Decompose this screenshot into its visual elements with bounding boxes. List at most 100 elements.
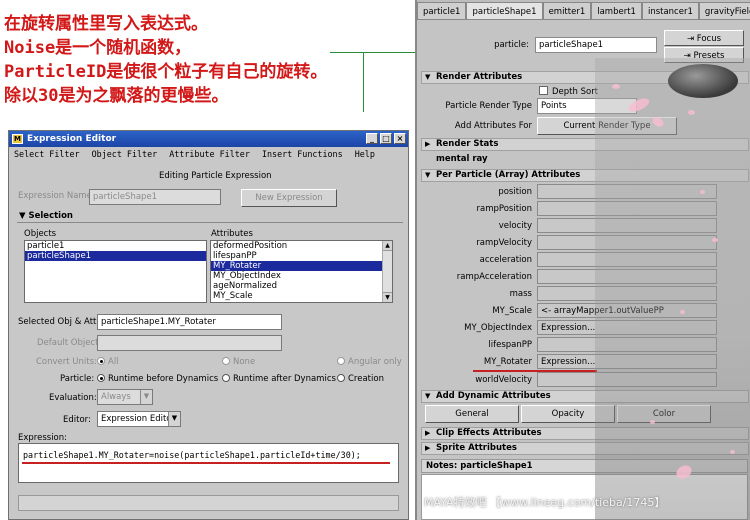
attr-row-field[interactable] xyxy=(537,184,717,199)
attr-row-field[interactable] xyxy=(537,218,717,233)
tab-gravityfield1[interactable]: gravityField1 xyxy=(698,2,750,19)
divider xyxy=(17,222,403,223)
tab-lambert1[interactable]: lambert1 xyxy=(591,2,642,19)
radio-convert-all[interactable]: All xyxy=(97,357,119,367)
tab-particle1[interactable]: particle1 xyxy=(417,2,467,19)
radio-convert-none[interactable]: None xyxy=(222,357,255,367)
objects-label: Objects xyxy=(24,229,57,239)
objects-list[interactable]: particle1 particleShape1 xyxy=(24,240,207,303)
attr-row-label: rampVelocity xyxy=(476,238,532,248)
depth-sort-checkbox[interactable]: Depth Sort xyxy=(539,86,598,97)
menu-object-filter[interactable]: Object Filter xyxy=(92,147,158,161)
annotation-line: 在旋转属性里写入表达式。 xyxy=(4,14,208,34)
mental-ray-header[interactable]: mental ray xyxy=(421,153,749,166)
radio-label: None xyxy=(233,357,256,367)
expression-name-field[interactable]: particleShape1 xyxy=(89,189,221,205)
expand-triangle-icon: ▶ xyxy=(425,140,431,148)
radio-label: All xyxy=(108,357,119,367)
list-item-particle1[interactable]: particle1 xyxy=(25,241,206,251)
radio-icon xyxy=(97,374,105,382)
minimize-icon[interactable]: _ xyxy=(366,133,378,144)
attr-row-field[interactable] xyxy=(537,372,717,387)
attr-row-field[interactable] xyxy=(537,201,717,216)
presets-button[interactable]: ⇥ Presets xyxy=(664,47,744,63)
section-label: mental ray xyxy=(436,154,488,164)
attributes-label: Attributes xyxy=(211,229,253,239)
radio-convert-angular[interactable]: Angular only xyxy=(337,357,402,367)
section-label: Add Dynamic Attributes xyxy=(436,391,551,401)
evaluation-label: Evaluation: xyxy=(49,393,97,403)
clip-effects-header[interactable]: ▶ Clip Effects Attributes xyxy=(421,427,749,440)
petal-particle xyxy=(700,190,705,194)
list-item-attribute-selected[interactable]: MY_Rotater xyxy=(211,261,382,271)
list-item-particleshape1[interactable]: particleShape1 xyxy=(25,251,206,261)
sphere-object xyxy=(668,64,738,98)
attributes-scrollbar[interactable]: ▲ ▼ xyxy=(382,241,392,302)
expand-triangle-icon: ▶ xyxy=(425,429,431,437)
list-item-attribute[interactable]: deformedPosition xyxy=(211,241,392,251)
attr-row-field[interactable] xyxy=(537,252,717,267)
attributes-list[interactable]: deformedPosition lifespanPP MY_Rotater M… xyxy=(210,240,393,303)
tab-particleshape1[interactable]: particleShape1 xyxy=(466,2,543,19)
radio-creation[interactable]: Creation xyxy=(337,374,384,384)
selection-header-label: Selection xyxy=(28,211,73,221)
menu-help[interactable]: Help xyxy=(355,147,375,161)
petal-particle xyxy=(712,238,718,242)
menu-select-filter[interactable]: Select Filter xyxy=(14,147,80,161)
attr-row-field[interactable]: Expression... xyxy=(537,320,717,335)
radio-runtime-before[interactable]: Runtime before Dynamics xyxy=(97,374,218,384)
attr-row-field[interactable] xyxy=(537,269,717,284)
focus-button[interactable]: ⇥ Focus xyxy=(664,30,744,46)
watermark-text: MAYA特效吧 【www.lineeg.com/tieba/1745】 xyxy=(424,496,666,509)
general-button[interactable]: General xyxy=(425,405,519,423)
opacity-button[interactable]: Opacity xyxy=(521,405,615,423)
attr-row-label: rampPosition xyxy=(476,204,532,214)
menu-attribute-filter[interactable]: Attribute Filter xyxy=(169,147,250,161)
expression-textarea[interactable]: particleShape1.MY_Rotater=noise(particle… xyxy=(18,443,399,483)
close-icon[interactable]: × xyxy=(394,133,406,144)
scroll-up-icon[interactable]: ▲ xyxy=(383,241,392,251)
evaluation-dropdown[interactable]: Always ▼ xyxy=(97,389,153,405)
radio-icon xyxy=(222,357,230,365)
menu-bar: Select Filter Object Filter Attribute Fi… xyxy=(9,147,408,161)
radio-label: Angular only xyxy=(348,357,402,367)
render-stats-header[interactable]: ▶ Render Stats xyxy=(421,138,749,151)
editor-heading: Editing Particle Expression xyxy=(159,171,272,181)
petal-particle xyxy=(612,84,620,89)
per-particle-header[interactable]: ▼ Per Particle (Array) Attributes xyxy=(421,169,749,182)
new-expression-button[interactable]: New Expression xyxy=(241,189,337,207)
color-button[interactable]: Color xyxy=(617,405,711,423)
annotation-line: ParticleID是使很个粒子有自己的旋转。 xyxy=(4,62,328,82)
selected-obj-attr-field[interactable]: particleShape1.MY_Rotater xyxy=(97,314,282,330)
radio-runtime-after[interactable]: Runtime after Dynamics xyxy=(222,374,336,384)
particle-name-field[interactable]: particleShape1 xyxy=(535,37,657,53)
list-item-attribute[interactable]: ageNormalized xyxy=(211,281,392,291)
attr-row-field[interactable] xyxy=(537,286,717,301)
list-item-attribute[interactable]: lifespanPP xyxy=(211,251,392,261)
annotation-line: Noise是一个随机函数， xyxy=(4,38,192,58)
window-titlebar[interactable]: M Expression Editor _ □ × xyxy=(9,131,408,147)
maximize-icon[interactable]: □ xyxy=(380,133,392,144)
menu-insert-functions[interactable]: Insert Functions xyxy=(262,147,343,161)
tab-emitter1[interactable]: emitter1 xyxy=(542,2,592,19)
attr-row-field[interactable] xyxy=(537,235,717,250)
attr-row-field[interactable] xyxy=(537,337,717,352)
collapse-triangle-icon: ▼ xyxy=(425,392,431,400)
particle-render-type-dropdown[interactable]: Points xyxy=(537,98,637,114)
default-object-field[interactable] xyxy=(97,335,282,351)
attr-row-field[interactable]: Expression... xyxy=(537,354,717,369)
attr-row-field[interactable]: <- arrayMapper1.outValuePP xyxy=(537,303,717,318)
scroll-down-icon[interactable]: ▼ xyxy=(383,292,392,302)
list-item-attribute[interactable]: MY_Scale xyxy=(211,291,392,301)
collapse-triangle-icon: ▼ xyxy=(19,211,29,221)
add-attributes-for-label: Add Attributes For xyxy=(454,121,532,131)
add-dynamic-header[interactable]: ▼ Add Dynamic Attributes xyxy=(421,390,749,403)
tab-instancer1[interactable]: instancer1 xyxy=(641,2,699,19)
selection-header[interactable]: ▼ Selection xyxy=(19,211,73,221)
list-item-attribute[interactable]: MY_ObjectIndex xyxy=(211,271,392,281)
attr-row-label: velocity xyxy=(498,221,532,231)
focus-label: Focus xyxy=(696,34,722,44)
editor-dropdown[interactable]: Expression Editor ▼ xyxy=(97,411,181,427)
sprite-attributes-header[interactable]: ▶ Sprite Attributes xyxy=(421,442,749,455)
selected-obj-attr-label: Selected Obj & Attr xyxy=(18,317,100,327)
